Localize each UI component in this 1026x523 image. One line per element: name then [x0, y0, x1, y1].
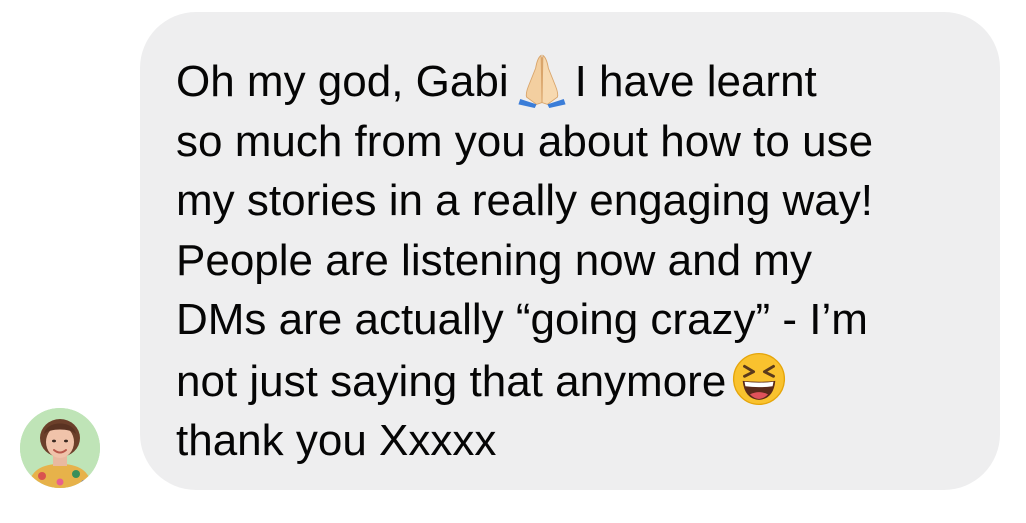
avatar-image — [20, 408, 100, 488]
message-line: People are listening now and my — [176, 235, 812, 285]
grinning-squinting-face-icon — [733, 352, 786, 405]
folded-hands-icon — [518, 54, 566, 108]
message-text: Oh my god, Gabi I have learnt so much fr… — [176, 50, 970, 471]
message-line: Oh my god, Gabi I have learnt — [176, 50, 970, 112]
message-text-segment: not just saying that anymore — [176, 356, 727, 406]
message-line: not just saying that anymore — [176, 350, 970, 412]
message-text-segment: Oh my god, Gabi — [176, 57, 509, 106]
message-line: DMs are actually “going crazy” - I’m — [176, 295, 868, 344]
message-line: my stories in a really engaging way! — [176, 176, 873, 225]
message-line: thank you Xxxxx — [176, 416, 497, 465]
message-text-segment: I have learnt — [574, 57, 817, 106]
message-line: so much from you about how to use — [176, 116, 874, 166]
avatar[interactable] — [20, 408, 100, 488]
message-bubble[interactable]: Oh my god, Gabi I have learnt so much fr… — [140, 12, 1000, 490]
